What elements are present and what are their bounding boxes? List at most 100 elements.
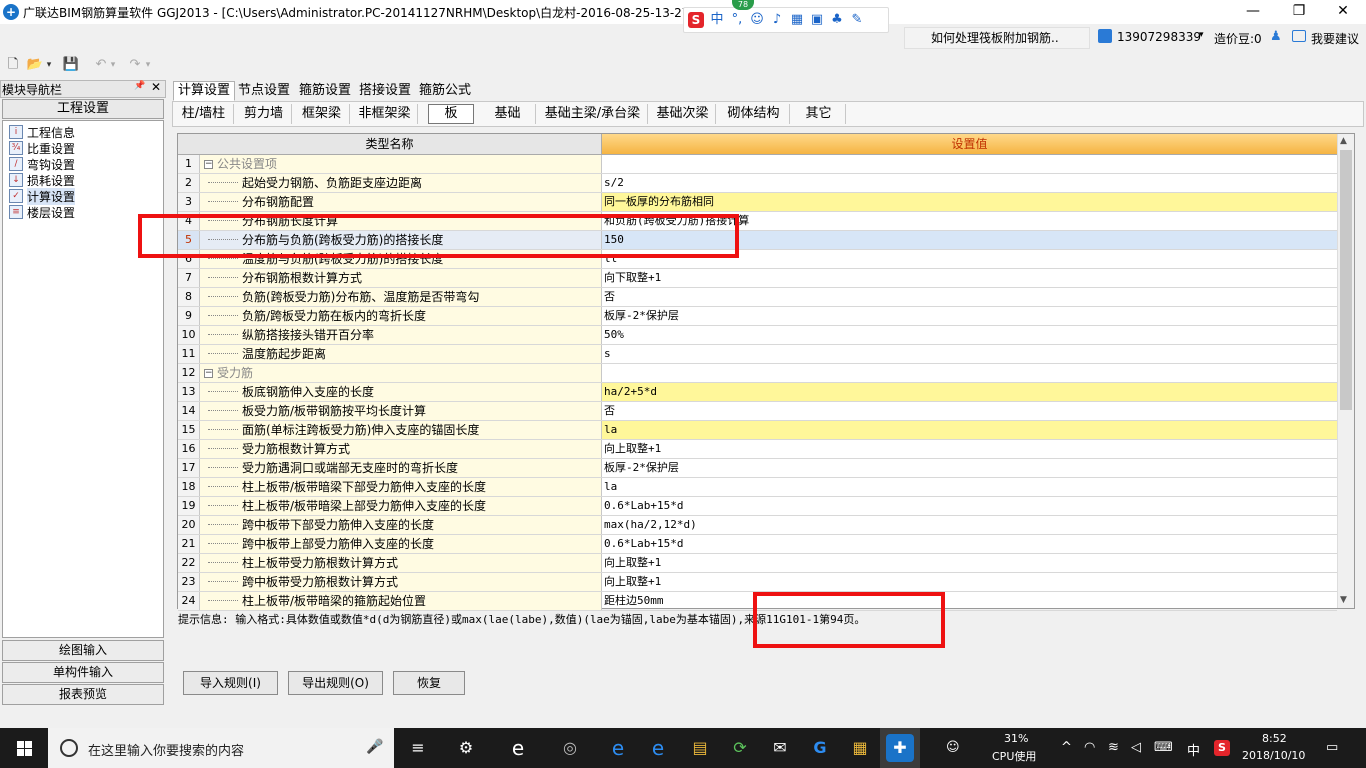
- subtab-slab[interactable]: 板: [428, 104, 474, 124]
- setting-value-cell[interactable]: 距柱边50mm: [602, 592, 1337, 610]
- subtab-frame-beam[interactable]: 框架梁: [294, 104, 350, 124]
- minimize-button[interactable]: —: [1230, 0, 1276, 24]
- mail-icon[interactable]: ✉: [766, 734, 794, 762]
- grid-row[interactable]: 14 板受力筋/板带钢筋按平均长度计算 否: [178, 402, 1337, 421]
- subtab-column[interactable]: 柱/墙柱: [174, 104, 234, 124]
- setting-value-cell[interactable]: 板厚-2*保护层: [602, 307, 1337, 325]
- wrench-icon[interactable]: ✎: [850, 13, 864, 27]
- tools-icon[interactable]: ▣: [810, 13, 824, 27]
- keyboard-icon[interactable]: ▦: [790, 13, 804, 27]
- grid-row[interactable]: 15 面筋(单标注跨板受力筋)伸入支座的锚固长度 la: [178, 421, 1337, 440]
- column-header-type-name[interactable]: 类型名称: [178, 134, 602, 155]
- taskbar-search-placeholder[interactable]: 在这里输入你要搜索的内容: [88, 740, 244, 759]
- pin-icon[interactable]: 📌: [134, 81, 145, 91]
- punctuation-indicator[interactable]: °,: [730, 13, 744, 27]
- setting-value-cell[interactable]: 0.6*Lab+15*d: [602, 497, 1337, 515]
- nav-item-floor[interactable]: ≡ 楼层设置: [9, 204, 75, 220]
- subtab-shear-wall[interactable]: 剪力墙: [236, 104, 292, 124]
- nav-group-project-settings[interactable]: 工程设置: [2, 99, 164, 119]
- redo-dropdown-icon[interactable]: ▾: [143, 56, 153, 74]
- nav-item-loss[interactable]: ↓ 损耗设置: [9, 172, 75, 188]
- ie-icon[interactable]: e: [504, 734, 532, 762]
- battery-icon[interactable]: ◠: [1084, 740, 1095, 755]
- setting-value-cell[interactable]: 否: [602, 402, 1337, 420]
- setting-value-cell[interactable]: 板厚-2*保护层: [602, 459, 1337, 477]
- setting-value-cell[interactable]: 0.6*Lab+15*d: [602, 535, 1337, 553]
- notes-app-icon[interactable]: ▦: [846, 734, 874, 762]
- restore-button-main[interactable]: 恢复: [393, 671, 465, 695]
- notification-icon[interactable]: ♟: [1270, 29, 1282, 44]
- setting-value-cell[interactable]: 向下取整+1: [602, 269, 1337, 287]
- grid-row[interactable]: 7 分布钢筋根数计算方式 向下取整+1: [178, 269, 1337, 288]
- scroll-down-icon[interactable]: ▼: [1340, 595, 1347, 605]
- grid-row[interactable]: 2 起始受力钢筋、负筋距支座边距离 s/2: [178, 174, 1337, 193]
- open-file-icon[interactable]: 📂: [26, 56, 44, 74]
- wifi-icon[interactable]: ≋: [1108, 740, 1119, 755]
- setting-value-cell[interactable]: ha/2+5*d: [602, 383, 1337, 401]
- sogou-tray-icon[interactable]: S: [1214, 740, 1230, 756]
- subtab-non-frame-beam[interactable]: 非框架梁: [352, 104, 418, 124]
- nav-report-preview[interactable]: 报表预览: [2, 684, 164, 705]
- grid-group-row[interactable]: 1− 公共设置项: [178, 155, 1337, 174]
- people-icon[interactable]: ☺: [946, 740, 960, 755]
- edge-icon[interactable]: e: [604, 734, 632, 762]
- nav-drawing-input[interactable]: 绘图输入: [2, 640, 164, 661]
- tab-lap-settings[interactable]: 搭接设置: [354, 81, 416, 101]
- tab-stirrup-settings[interactable]: 箍筋设置: [294, 81, 356, 101]
- subtab-masonry[interactable]: 砌体结构: [718, 104, 790, 124]
- subtab-foundation[interactable]: 基础: [480, 104, 536, 124]
- setting-value-cell[interactable]: s: [602, 345, 1337, 363]
- subtab-foundation-sub-beam[interactable]: 基础次梁: [650, 104, 716, 124]
- keyboard-tray-icon[interactable]: ⌨: [1154, 740, 1173, 755]
- microphone-icon[interactable]: 🎤: [366, 739, 383, 755]
- new-file-icon[interactable]: 🗋: [4, 56, 22, 74]
- open-dropdown-icon[interactable]: ▾: [44, 56, 54, 74]
- grid-row[interactable]: 13 板底钢筋伸入支座的长度 ha/2+5*d: [178, 383, 1337, 402]
- fan-app-icon[interactable]: ⚙: [452, 734, 480, 762]
- file-explorer-icon[interactable]: ▤: [686, 734, 714, 762]
- suggestion-link[interactable]: 我要建议: [1311, 30, 1359, 47]
- ime-mode-indicator[interactable]: 中: [710, 13, 724, 27]
- user-avatar-icon[interactable]: [1098, 29, 1112, 43]
- glodon-g-icon[interactable]: G: [806, 734, 834, 762]
- nav-item-weight[interactable]: ¾ 比重设置: [9, 140, 75, 156]
- grid-row[interactable]: 22 柱上板带受力筋根数计算方式 向上取整+1: [178, 554, 1337, 573]
- scrollbar-thumb[interactable]: [1340, 150, 1352, 410]
- grid-row[interactable]: 19 柱上板带/板带暗梁上部受力筋伸入支座的长度 0.6*Lab+15*d: [178, 497, 1337, 516]
- nav-item-project-info[interactable]: i 工程信息: [9, 124, 75, 140]
- setting-value-cell[interactable]: [602, 364, 1337, 382]
- setting-value-cell[interactable]: la: [602, 421, 1337, 439]
- clock-time[interactable]: 8:52: [1262, 732, 1287, 745]
- voice-icon[interactable]: ♪: [770, 13, 784, 27]
- grid-row[interactable]: 8 负筋(跨板受力筋)分布筋、温度筋是否带弯勾 否: [178, 288, 1337, 307]
- setting-value-cell[interactable]: 向上取整+1: [602, 554, 1337, 572]
- subtab-other[interactable]: 其它: [792, 104, 846, 124]
- setting-value-cell[interactable]: 向上取整+1: [602, 573, 1337, 591]
- tray-overflow-icon[interactable]: ^: [1061, 740, 1072, 755]
- volume-icon[interactable]: ◁: [1131, 740, 1141, 755]
- grid-row[interactable]: 3 分布钢筋配置 同一板厚的分布筋相同: [178, 193, 1337, 212]
- grid-group-row[interactable]: 12− 受力筋: [178, 364, 1337, 383]
- grid-row[interactable]: 20 跨中板带下部受力筋伸入支座的长度 max(ha/2,12*d): [178, 516, 1337, 535]
- cortana-icon[interactable]: [60, 739, 78, 757]
- grid-row[interactable]: 18 柱上板带/板带暗梁下部受力筋伸入支座的长度 la: [178, 478, 1337, 497]
- grid-row[interactable]: 16 受力筋根数计算方式 向上取整+1: [178, 440, 1337, 459]
- save-icon[interactable]: 💾: [62, 56, 80, 74]
- setting-value-cell[interactable]: s/2: [602, 174, 1337, 192]
- user-dropdown-icon[interactable]: ▾: [1199, 30, 1204, 40]
- redo-icon[interactable]: ↷: [126, 56, 144, 74]
- grid-row[interactable]: 10 纵筋搭接接头错开百分率 50%: [178, 326, 1337, 345]
- collapse-icon[interactable]: −: [204, 160, 213, 169]
- collapse-icon[interactable]: −: [204, 369, 213, 378]
- grid-row[interactable]: 23 跨中板带受力筋根数计算方式 向上取整+1: [178, 573, 1337, 592]
- tab-calc-settings[interactable]: 计算设置: [173, 81, 236, 101]
- app-logo-icon[interactable]: +: [3, 4, 19, 20]
- grid-row[interactable]: 21 跨中板带上部受力筋伸入支座的长度 0.6*Lab+15*d: [178, 535, 1337, 554]
- grid-row[interactable]: 11 温度筋起步距离 s: [178, 345, 1337, 364]
- tab-stirrup-formula[interactable]: 箍筋公式: [414, 81, 476, 101]
- export-rules-button[interactable]: 导出规则(O): [288, 671, 383, 695]
- nav-item-calc[interactable]: ✓ 计算设置: [9, 187, 76, 205]
- close-button[interactable]: ✕: [1320, 0, 1366, 24]
- skin-icon[interactable]: ♣: [830, 13, 844, 27]
- ime-tray-indicator[interactable]: 中: [1187, 740, 1200, 759]
